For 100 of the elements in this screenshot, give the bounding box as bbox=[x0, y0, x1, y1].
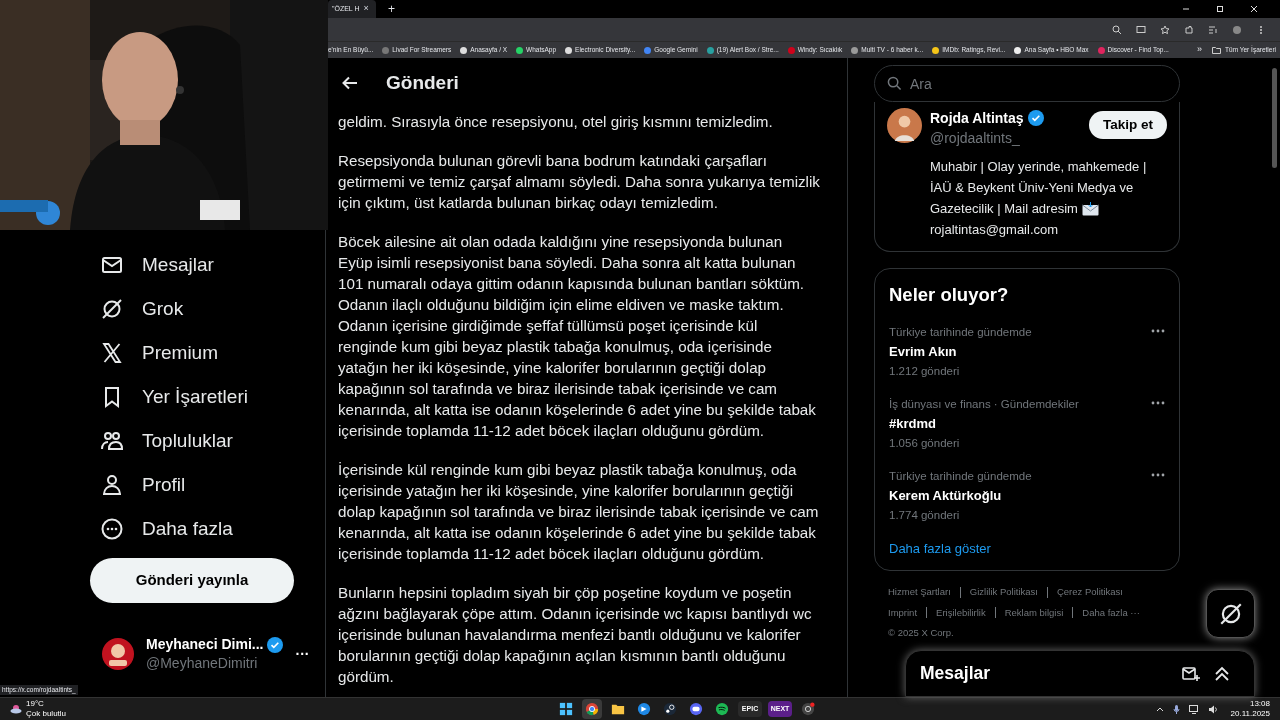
record-icon bbox=[801, 702, 816, 716]
bookmark-favicon-icon bbox=[516, 46, 524, 54]
trend-name: Kerem Aktürkoğlu bbox=[889, 486, 1003, 505]
nav-item[interactable]: Yer İşaretleri bbox=[90, 375, 264, 419]
new-tab-button[interactable]: + bbox=[388, 0, 395, 18]
nav-item[interactable]: Grok bbox=[90, 287, 200, 331]
person-icon bbox=[100, 473, 124, 497]
trend-category: İş dünyası ve finans · Gündemdekiler bbox=[889, 396, 1079, 412]
clock[interactable]: 13:08 20.11.2025 bbox=[1230, 699, 1270, 719]
more-icon[interactable] bbox=[1151, 328, 1165, 333]
trend-count: 1.774 gönderi bbox=[889, 507, 961, 523]
close-tab-button[interactable]: × bbox=[363, 2, 369, 16]
more-options-button[interactable]: ··· bbox=[295, 643, 310, 665]
minimize-icon bbox=[1182, 5, 1190, 13]
weather-text: Çok bulutlu bbox=[26, 709, 67, 719]
footer-link[interactable]: Çerez Politikası bbox=[1056, 585, 1123, 600]
microphone-icon[interactable] bbox=[1172, 704, 1180, 714]
folder-icon bbox=[611, 702, 626, 716]
nav-item[interactable]: Topluluklar bbox=[90, 419, 249, 463]
bookmark-favicon-icon bbox=[851, 46, 859, 54]
extensions-icon[interactable] bbox=[1184, 24, 1194, 35]
profile-handle: @rojdaaltints_ bbox=[930, 129, 1021, 148]
music-icon bbox=[715, 702, 730, 716]
media-icon[interactable] bbox=[1208, 24, 1218, 35]
post-paragraph: Bunların hepsini topladım siyah bir çöp poşetine koydum ve poşetin ağzını bağlayarak çöpe attım. Odanın içerisinde wc kapısı bantlıydı wc içerisinde bulunan havalandırma menfezi bantlı olduğunu ve kalorifer borularının geçtiği dolap kapağının açılan kısmının bantlı olduğunu gördüm. bbox=[338, 583, 813, 687]
grok-button[interactable] bbox=[1206, 589, 1255, 638]
profile-bio: Muhabir | Olay yerinde, mahkemede | İAÜ & Beykent Üniv-Yeni Medya ve bbox=[930, 158, 1148, 197]
bookmark-favicon-icon bbox=[787, 46, 795, 54]
bookmark-favicon-icon bbox=[1097, 46, 1105, 54]
app-icon bbox=[637, 702, 652, 716]
trend-item[interactable]: Türkiye tarihinde gündemde Evrim Akın 1.212 gönderi bbox=[875, 322, 1179, 395]
weather-widget[interactable]: 19°C Çok bulutlu bbox=[10, 699, 67, 719]
footer-link[interactable]: Erişilebilirlik bbox=[936, 605, 986, 620]
post-paragraph: geldim. Sırasıyla önce resepsiyonu, otel giriş kısmını temizledim. bbox=[338, 112, 774, 132]
trend-name: Evrim Akın bbox=[889, 342, 958, 361]
slashed-circle-icon bbox=[100, 297, 124, 321]
trend-count: 1.212 gönderi bbox=[889, 363, 961, 379]
scrollbar-thumb[interactable] bbox=[1272, 68, 1277, 168]
trend-category: Türkiye tarihinde gündemde bbox=[889, 468, 1032, 484]
nav-item[interactable]: Profil bbox=[90, 463, 202, 507]
footer-link[interactable]: Gizlilik Politikası bbox=[969, 585, 1038, 600]
windows-logo-icon bbox=[559, 702, 574, 716]
profile-bio: Gazetecilik | Mail adresim bbox=[930, 200, 1078, 218]
footer-link[interactable]: Hizmet Şartları bbox=[888, 585, 951, 600]
post-button[interactable]: Gönderi yayınla bbox=[90, 558, 294, 603]
bookmark-favicon-icon bbox=[932, 46, 940, 54]
volume-icon[interactable] bbox=[1207, 704, 1218, 714]
people-icon bbox=[100, 429, 124, 453]
drawer-title: Mesajlar bbox=[920, 662, 991, 686]
double-chevron-up-icon[interactable] bbox=[1214, 665, 1230, 682]
more-icon[interactable] bbox=[1151, 400, 1165, 405]
account-handle: @MeyhaneDimitri bbox=[146, 654, 259, 673]
trend-category: Türkiye tarihinde gündemde bbox=[889, 324, 1032, 340]
cloud-icon bbox=[10, 704, 22, 714]
copyright-text: © 2025 X Corp. bbox=[888, 625, 955, 640]
trend-name: #krdmd bbox=[889, 414, 937, 433]
bookmark-favicon-icon bbox=[382, 46, 390, 54]
chat-bubble-icon bbox=[689, 702, 704, 716]
footer-link[interactable]: Imprint bbox=[888, 605, 918, 620]
follow-button[interactable]: Takip et bbox=[1089, 111, 1167, 139]
post-paragraph: Böcek ailesine ait olan odada kaldığını yine resepsiyonda bulunan Eyüp isimli resepsiyonist bana söyledi. Daha sonra alt katta bulunan 101 numaralı odaya gittim odanın kapısında bulunan bantları söktüm. Odanın ilaçlı olduğunu bildiğim için elime eldiven ve maske taktım. Odanın içerisine girdiğimde şeffaf tüllümsü poşet içerisinde kül renginde kum gibi beyaz plastik tabağa konulmuş, oda içerisinde yatağın her iki köşesinde, yine kalorifer borularının geçtiği dolap kapağının sol tarafında ve biraz ilerisinde tabak içerisinde ve cam kenarında, alt katta ise odanın köşelerinde 6 adet yine bu şekilde tabak içerisinde toplamda 11-12 adet böcek ilaçları olduğunu gördüm. bbox=[338, 232, 817, 441]
nav-item[interactable]: Premium bbox=[90, 331, 234, 375]
search-field[interactable]: Ara bbox=[874, 65, 1180, 102]
profile-name: Rojda Altintaş bbox=[930, 109, 1024, 128]
temperature-text: 19°C bbox=[26, 699, 45, 709]
bookmark-favicon-icon bbox=[644, 46, 652, 54]
more-bookmarks-button[interactable]: » bbox=[1197, 43, 1203, 57]
show-more-link[interactable]: Daha fazla göster bbox=[875, 538, 1179, 559]
avatar-icon bbox=[887, 108, 922, 143]
profile-email: rojaltintas@gmail.com bbox=[930, 221, 1059, 239]
section-title: Neler oluyor? bbox=[888, 283, 1010, 307]
nav-item[interactable]: Mesajlar bbox=[90, 243, 230, 287]
trend-item[interactable]: Türkiye tarihinde gündemde Kerem Aktürkoğlu 1.774 gönderi bbox=[875, 466, 1179, 539]
taskbar-app[interactable] bbox=[582, 699, 603, 719]
close-icon bbox=[1250, 5, 1258, 13]
page-title: Gönderi bbox=[386, 70, 459, 95]
bookmark-favicon-icon bbox=[706, 46, 714, 54]
trend-count: 1.056 gönderi bbox=[889, 435, 961, 451]
search-icon bbox=[887, 76, 902, 91]
restore-icon bbox=[1216, 5, 1224, 13]
x-logo-icon bbox=[100, 341, 124, 365]
bookmark-favicon-icon bbox=[565, 46, 573, 54]
footer-link[interactable]: Daha fazla ··· bbox=[1082, 605, 1140, 620]
bookmark-favicon-icon bbox=[1014, 46, 1022, 54]
envelope-icon bbox=[1081, 201, 1099, 216]
post-paragraph: İçerisinde kül renginde kum gibi beyaz plastik tabağa konulmuş, oda içerisinde yatağın her iki köşesinde, yine kalorifer borularının geçtiği dolap kapağının sol tarafında ve biraz ilerisinde tabak içerisinde ve cam kenarında, alt katta ise odanın köşelerinde 6 adet yine bu şekilde tabak içerisinde toplamda 11-12 adet böcek ilaçları olduğunu gördüm. bbox=[338, 460, 820, 564]
zoom-icon[interactable] bbox=[1112, 24, 1122, 35]
trend-item[interactable]: İş dünyası ve finans · Gündemdekiler #krdmd 1.056 gönderi bbox=[875, 394, 1179, 467]
footer-link[interactable]: Reklam bilgisi bbox=[1004, 605, 1064, 620]
new-message-icon[interactable] bbox=[1182, 665, 1200, 682]
more-icon bbox=[100, 517, 124, 541]
account-name: Meyhaneci Dimi... bbox=[146, 635, 264, 654]
chevron-up-icon[interactable] bbox=[1155, 706, 1164, 712]
nav-item[interactable]: Daha fazla bbox=[90, 507, 249, 551]
profile-icon[interactable] bbox=[1232, 24, 1242, 35]
star-icon[interactable] bbox=[1160, 24, 1170, 35]
network-icon[interactable] bbox=[1188, 704, 1199, 714]
more-icon[interactable] bbox=[1151, 472, 1165, 477]
cast-icon[interactable] bbox=[1136, 24, 1146, 35]
bookmark-favicon-icon bbox=[460, 46, 468, 54]
